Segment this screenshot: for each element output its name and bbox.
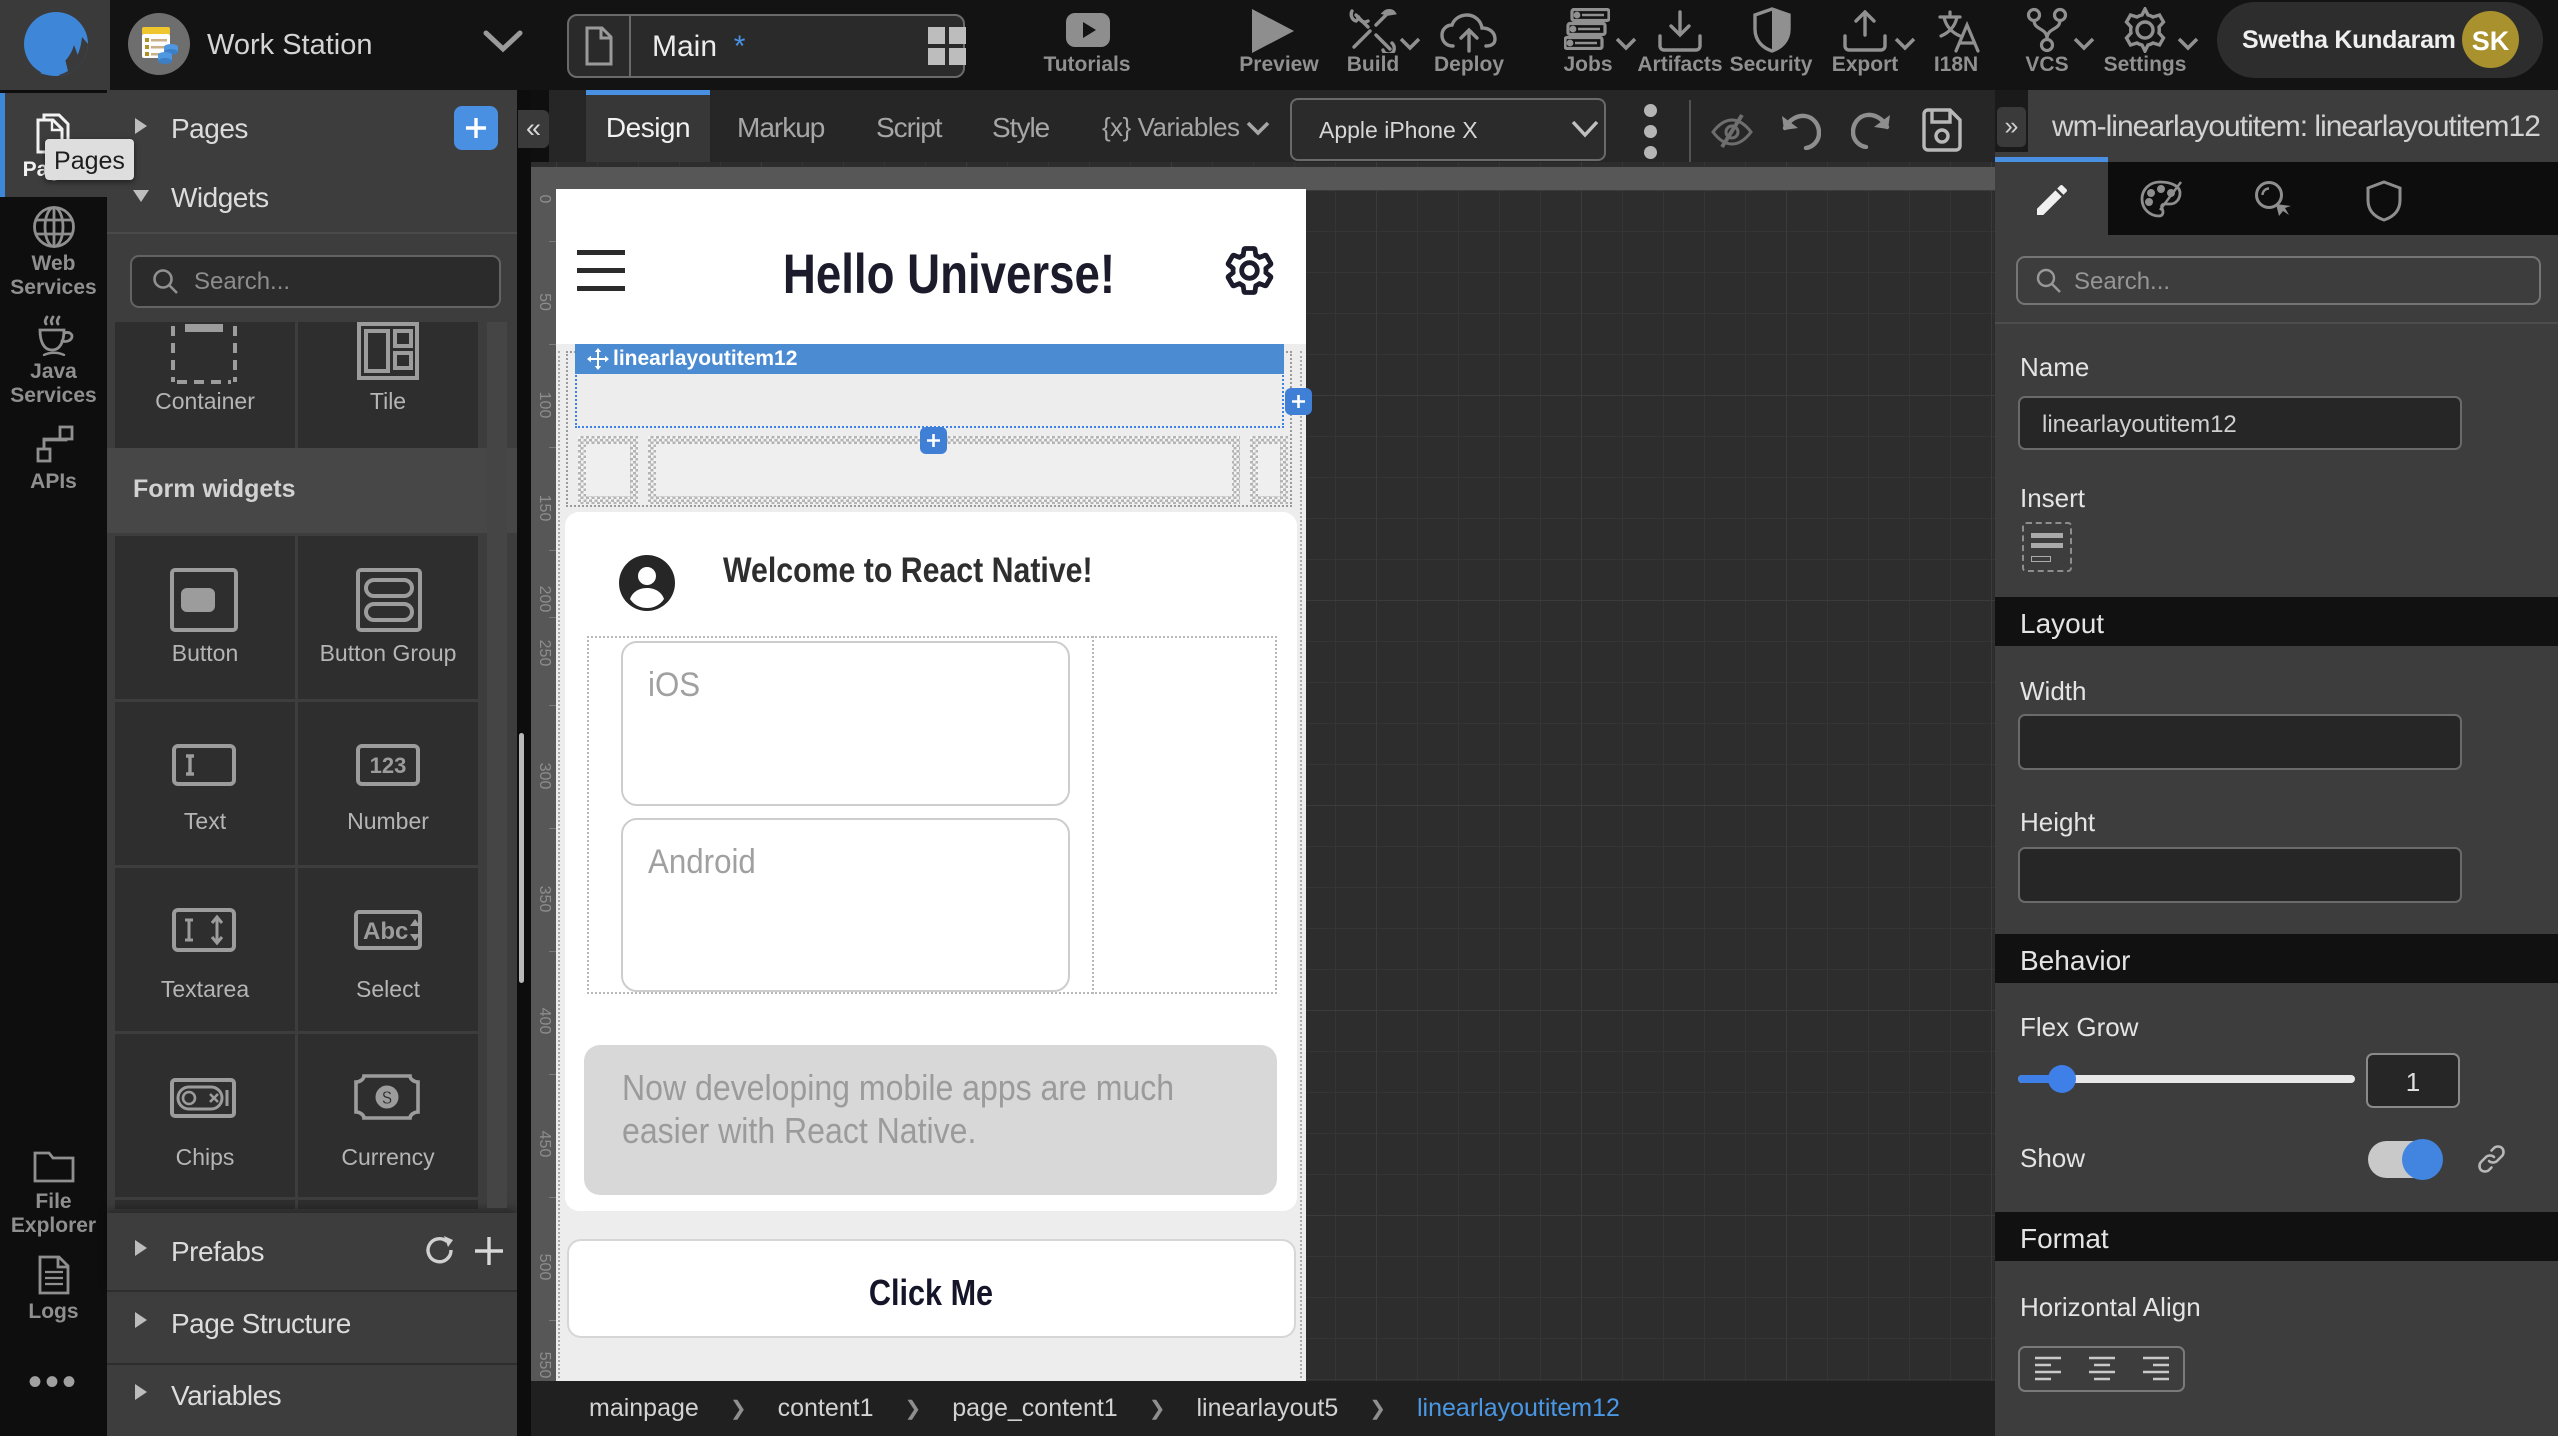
svg-text:123: 123 — [370, 753, 407, 778]
svg-text:$: $ — [382, 1088, 392, 1108]
svg-text:Abc: Abc — [363, 918, 408, 945]
